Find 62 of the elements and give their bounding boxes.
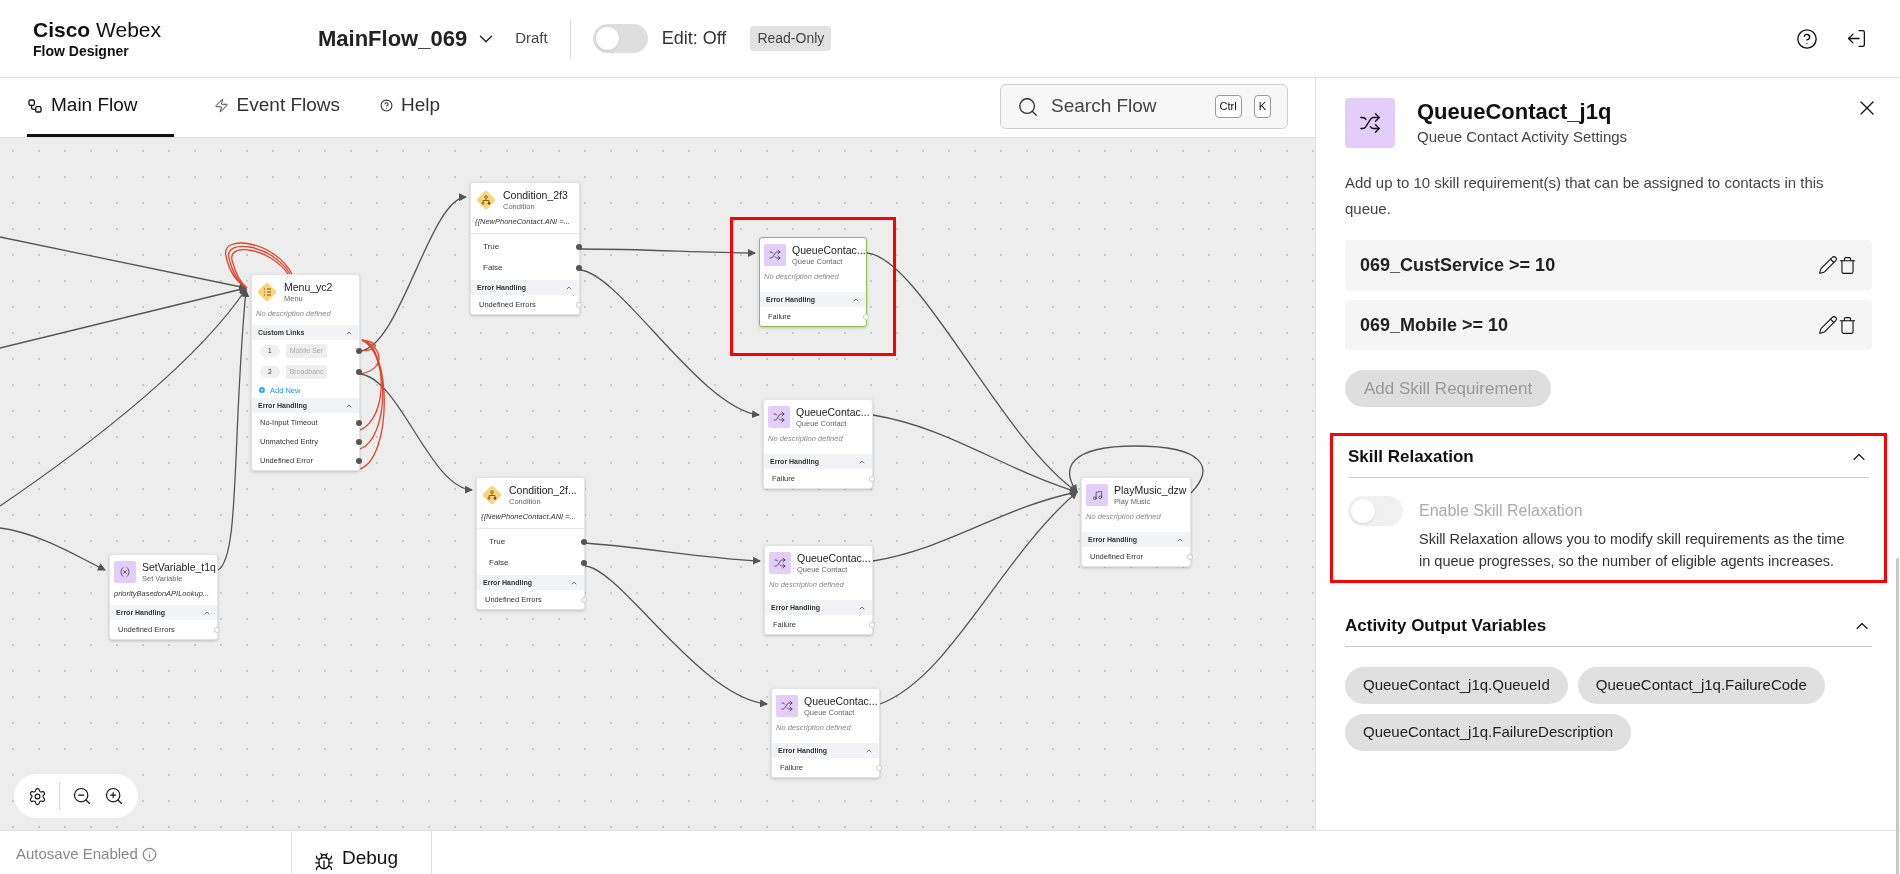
node-title: PlayMusic_dzw xyxy=(1114,484,1186,497)
help-icon xyxy=(380,99,394,112)
skill-requirements-description: Add up to 10 skill requirement(s) that can be assigned to contacts in this queue. xyxy=(1345,173,1825,219)
shuffle-icon xyxy=(1345,98,1395,148)
node-title: Condition_2f3 xyxy=(503,189,568,202)
skill-relaxation-description: Skill Relaxation allows you to modify skill requirements as the time in queue progresses, so the number of eligible agents increases. xyxy=(1419,530,1846,571)
toggle-label: Enable Skill Relaxation xyxy=(1419,501,1584,521)
zoom-in-icon[interactable] xyxy=(104,786,124,806)
variable-icon xyxy=(114,561,136,583)
settings-icon[interactable] xyxy=(28,786,47,806)
flow-tab[interactable]: Help xyxy=(380,77,441,137)
help-icon[interactable] xyxy=(1796,27,1818,50)
node-title: QueueContac... xyxy=(796,406,868,419)
autosave-status: Autosave Enabled xyxy=(16,844,138,865)
output-label: True xyxy=(483,240,500,253)
panel-title: QueueContact_j1q xyxy=(1417,98,1613,126)
info-icon[interactable] xyxy=(141,847,157,862)
skill-requirement-text: 069_CustService >= 10 xyxy=(1360,253,1557,277)
panel-subtitle: Queue Contact Activity Settings xyxy=(1417,127,1628,147)
shuffle-icon xyxy=(769,552,791,574)
delete-icon[interactable] xyxy=(1838,255,1857,275)
output-label: False xyxy=(483,261,503,274)
shuffle-icon xyxy=(768,406,790,428)
product-name: Flow Designer xyxy=(33,41,130,60)
output-variable-chip: QueueContact_j1q.FailureCode xyxy=(1577,667,1825,704)
read-only-badge: Read-Only xyxy=(750,26,832,51)
node-title: Condition_2f... xyxy=(509,484,577,497)
node-title: Menu_yc2 xyxy=(284,281,333,294)
edit-status-label: Edit: Off xyxy=(661,27,727,50)
edit-icon[interactable] xyxy=(1818,315,1838,335)
search-icon xyxy=(1017,95,1039,118)
node-title: QueueContac... xyxy=(804,695,875,708)
shuffle-icon xyxy=(764,244,786,266)
music-note-icon xyxy=(1086,484,1108,506)
exit-icon[interactable] xyxy=(1846,28,1867,49)
lightning-icon xyxy=(213,98,229,113)
skill-requirement-text: 069_Mobile >= 10 xyxy=(1360,313,1510,337)
delete-icon[interactable] xyxy=(1838,315,1857,335)
section-title: Skill Relaxation xyxy=(1348,445,1474,468)
output-variable-chip: QueueContact_j1q.QueueId xyxy=(1345,667,1568,704)
shortcut-key: K xyxy=(1253,95,1271,118)
bug-icon xyxy=(314,852,334,872)
edit-icon[interactable] xyxy=(1818,255,1838,275)
flow-status: Draft xyxy=(515,28,548,49)
section-title: Activity Output Variables xyxy=(1345,614,1547,637)
edit-toggle[interactable] xyxy=(592,24,648,53)
output-label: False xyxy=(489,556,509,569)
flow-name-dropdown[interactable]: MainFlow_069 xyxy=(318,22,498,55)
shortcut-key: Ctrl xyxy=(1214,95,1242,118)
output-label: True xyxy=(489,535,506,548)
node-title: QueueContac... xyxy=(797,552,868,565)
output-variable-chip: QueueContact_j1q.FailureDescription xyxy=(1345,714,1632,751)
node-title: SetVariable_t1q xyxy=(142,561,213,574)
brand-name: Cisco Webex xyxy=(33,17,162,42)
debug-tab[interactable]: Debug xyxy=(292,831,432,874)
flow-diagram-icon xyxy=(27,97,43,114)
shuffle-icon xyxy=(776,695,798,717)
zoom-out-icon[interactable] xyxy=(72,786,92,806)
flow-tab[interactable]: Event Flows xyxy=(213,77,341,137)
search-field[interactable]: Search Flow Ctrl K xyxy=(1000,84,1288,129)
search-placeholder: Search Flow xyxy=(1051,94,1158,119)
plus-icon xyxy=(258,386,266,395)
